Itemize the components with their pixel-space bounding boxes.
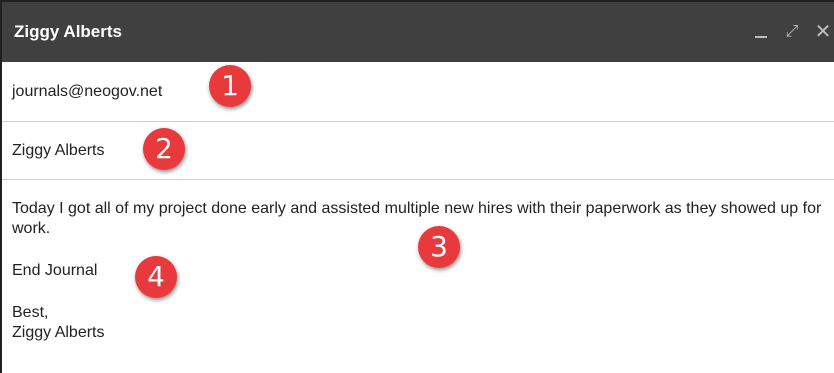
- window-title: Ziggy Alberts: [14, 22, 122, 41]
- body-signature: Ziggy Alberts: [12, 324, 105, 341]
- compose-titlebar[interactable]: Ziggy Alberts ⤢ ✕: [2, 2, 834, 62]
- close-icon[interactable]: ✕: [812, 20, 834, 44]
- compose-window: Ziggy Alberts ⤢ ✕ journals@neogov.net Zi…: [0, 0, 834, 373]
- subject-text: Ziggy Alberts: [12, 142, 105, 159]
- annotation-badge-3: 3: [418, 226, 460, 268]
- to-field[interactable]: journals@neogov.net: [2, 62, 834, 122]
- body-signoff: Best,: [12, 304, 49, 321]
- expand-icon[interactable]: ⤢: [781, 20, 803, 44]
- body-paragraph: Today I got all of my project done early…: [12, 200, 822, 237]
- subject-field[interactable]: Ziggy Alberts: [2, 122, 834, 180]
- annotation-badge-2: 2: [143, 128, 185, 170]
- message-body[interactable]: Today I got all of my project done early…: [2, 180, 834, 373]
- annotation-badge-1: 1: [209, 65, 251, 107]
- to-recipient: journals@neogov.net: [12, 83, 163, 100]
- body-end-journal: End Journal: [12, 262, 98, 279]
- minimize-icon[interactable]: [750, 20, 772, 44]
- annotation-badge-4: 4: [135, 256, 177, 298]
